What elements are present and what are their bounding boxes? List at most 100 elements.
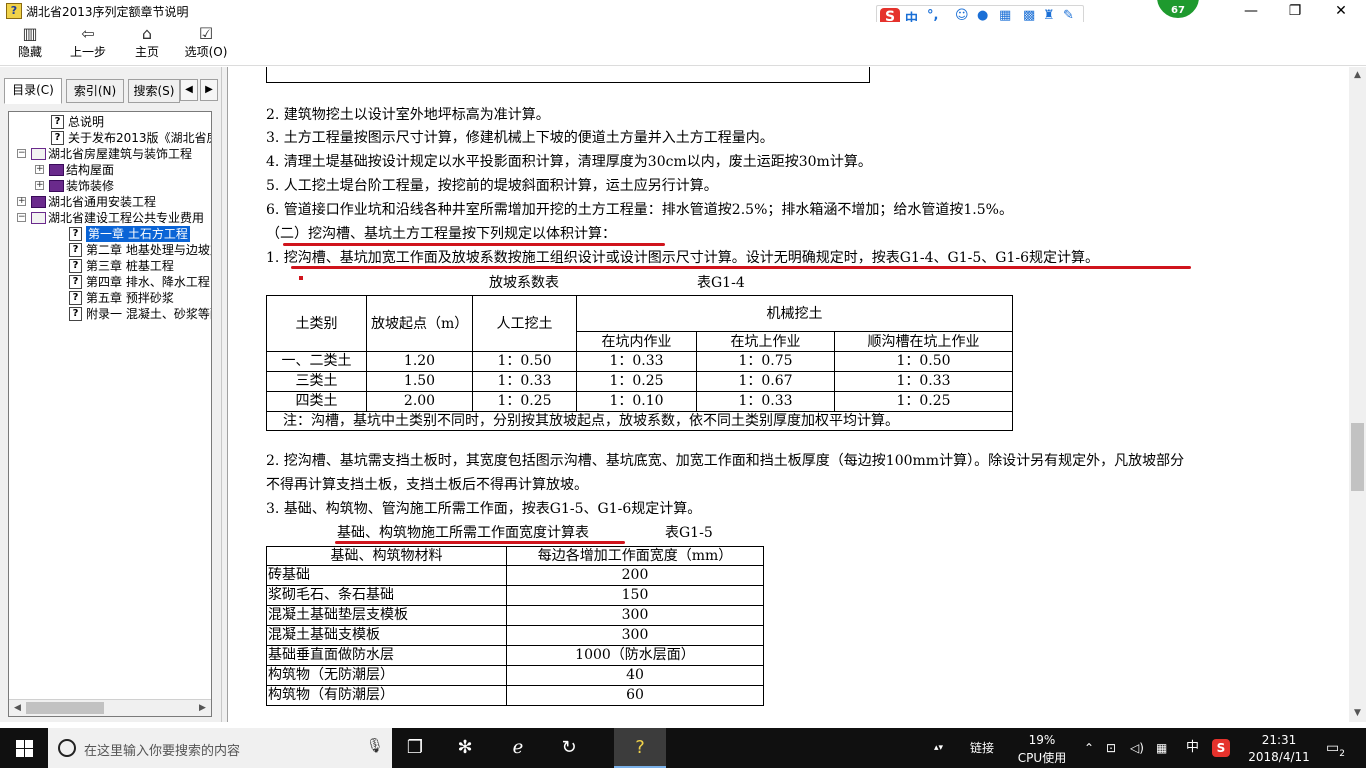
tray-link[interactable]: 链接 bbox=[970, 728, 994, 768]
perf-badge[interactable]: 67 bbox=[1155, 0, 1201, 20]
table-g1-5-title: 基础、构筑物施工所需工作面宽度计算表 bbox=[337, 525, 589, 541]
tree-item[interactable]: ? 关于发布2013版《湖北省房屋 bbox=[9, 130, 211, 146]
keyboard-tray-icon[interactable]: ▦ bbox=[1156, 728, 1167, 768]
windows-logo-icon bbox=[16, 740, 24, 748]
hide-pane-icon: ▥ bbox=[22, 24, 38, 43]
back-button[interactable]: ⇦ 上一步 bbox=[66, 24, 110, 64]
book-icon bbox=[49, 164, 64, 176]
tree-item[interactable]: ? 第一章 土石方工程 bbox=[9, 226, 209, 242]
cpu-meter[interactable]: 19% CPU使用 bbox=[1012, 728, 1072, 768]
clock[interactable]: 21:31 2018/4/11 bbox=[1244, 728, 1314, 768]
mic-icon[interactable]: 🎙 bbox=[366, 738, 384, 754]
tray-overflow-icon[interactable]: ▴▾ bbox=[934, 728, 946, 768]
tree-hscrollbar[interactable]: ◀ ▶ bbox=[9, 699, 211, 716]
th-material: 基础、构筑物材料 bbox=[266, 546, 507, 566]
restore-button[interactable]: ❐ bbox=[1272, 0, 1318, 22]
close-button[interactable]: ✕ bbox=[1318, 0, 1364, 22]
help-topic-icon: ? bbox=[69, 227, 82, 241]
tree-item-label: 湖北省建设工程公共专业费用 bbox=[48, 211, 205, 225]
input-language[interactable]: 中 bbox=[1186, 728, 1199, 768]
cell-start: 1.50 bbox=[366, 371, 473, 392]
grid-icon[interactable]: ▩ bbox=[1023, 8, 1035, 23]
mic-icon[interactable]: ● bbox=[977, 8, 988, 23]
windows-logo-pane bbox=[16, 749, 24, 757]
start-button[interactable] bbox=[0, 728, 48, 768]
fan-app-icon[interactable]: ✻ bbox=[452, 736, 478, 760]
task-view-icon[interactable]: ❐ bbox=[402, 736, 428, 760]
cortana-icon bbox=[58, 739, 76, 757]
tree-item[interactable]: ? 总说明 bbox=[9, 114, 209, 130]
tab-scroll-right-icon[interactable]: ▶ bbox=[200, 79, 218, 101]
table-g1-4-number: 表G1-4 bbox=[697, 275, 745, 291]
expand-icon[interactable]: + bbox=[35, 165, 44, 174]
tree-item[interactable]: ? 第三章 桩基工程 bbox=[9, 258, 209, 274]
expand-icon[interactable]: + bbox=[35, 181, 44, 190]
volume-icon[interactable]: ◁) bbox=[1130, 728, 1144, 768]
tree-item[interactable]: ? 附录一 混凝土、砂浆等配 bbox=[9, 306, 211, 322]
ie-browser-icon[interactable]: ℯ bbox=[505, 736, 531, 760]
tree-item-label: 第一章 土石方工程 bbox=[86, 226, 190, 242]
ime-punct[interactable]: °, bbox=[927, 8, 938, 23]
cell-in: 1：0.33 bbox=[576, 351, 697, 372]
scroll-right-icon[interactable]: ▶ bbox=[194, 700, 211, 716]
shirt-icon[interactable]: ♜ bbox=[1043, 8, 1055, 23]
cell-material: 基础垂直面做防水层 bbox=[266, 645, 507, 666]
collapse-icon[interactable]: − bbox=[17, 213, 26, 222]
hscroll-thumb[interactable] bbox=[26, 702, 104, 714]
red-underline-1 bbox=[283, 243, 665, 246]
help-topic-icon: ? bbox=[51, 131, 64, 145]
para-2: 2. 建筑物挖土以设计室外地坪标高为准计算。 bbox=[266, 107, 550, 123]
app-icon[interactable]: ↻ bbox=[556, 736, 582, 760]
help-app-icon: ? bbox=[6, 3, 22, 19]
minimize-button[interactable]: — bbox=[1228, 0, 1274, 22]
tree-item-label: 第二章 地基处理与边坡支 bbox=[86, 243, 212, 257]
red-underline-2 bbox=[291, 266, 1191, 269]
taskbar-search[interactable]: 在这里输入你要搜索的内容 🎙 bbox=[48, 728, 392, 768]
pane-splitter[interactable] bbox=[222, 67, 228, 722]
cell-soil: 一、二类土 bbox=[266, 351, 367, 372]
cell-on: 1：0.33 bbox=[696, 391, 835, 412]
cell-in: 1：0.10 bbox=[576, 391, 697, 412]
help-app-taskbar-button[interactable]: ? bbox=[614, 728, 666, 768]
scroll-down-icon[interactable]: ▼ bbox=[1349, 705, 1366, 722]
cell-material: 砖基础 bbox=[266, 565, 507, 586]
network-icon[interactable]: ⊡ bbox=[1106, 728, 1116, 768]
para-4: 4. 清理土堤基础按设计规定以水平投影面积计算，清理厚度为30cm以内，废土运距… bbox=[266, 154, 872, 170]
hide-button[interactable]: ▥ 隐藏 bbox=[10, 24, 50, 64]
scroll-left-icon[interactable]: ◀ bbox=[9, 700, 26, 716]
expand-icon[interactable]: + bbox=[17, 197, 26, 206]
collapse-icon[interactable]: − bbox=[17, 149, 26, 158]
document-scrollbar[interactable]: ▲ ▼ bbox=[1349, 67, 1366, 722]
th-in-pit: 在坑内作业 bbox=[576, 331, 697, 352]
tab-search[interactable]: 搜索(S) bbox=[128, 79, 180, 103]
options-icon: ☑ bbox=[198, 24, 214, 43]
tree-item[interactable]: ? 第四章 排水、降水工程 bbox=[9, 274, 210, 290]
tab-contents[interactable]: 目录(C) bbox=[4, 78, 62, 104]
section-2-heading: （二）挖沟槽、基坑土方工程量按下列规定以体积计算： bbox=[266, 226, 616, 242]
keyboard-icon[interactable]: ▦ bbox=[999, 8, 1011, 23]
home-button[interactable]: ⌂ 主页 bbox=[130, 24, 164, 64]
wrench-icon[interactable]: ✎ bbox=[1063, 8, 1074, 23]
help-topic-icon: ? bbox=[69, 275, 82, 289]
tree-item[interactable]: ? 第二章 地基处理与边坡支 bbox=[9, 242, 212, 258]
red-mark bbox=[299, 276, 303, 280]
sogou-tray-icon[interactable]: S bbox=[1212, 739, 1230, 757]
tray-chevron-icon[interactable]: ⌃ bbox=[1084, 728, 1094, 768]
smile-icon[interactable]: ☺ bbox=[955, 8, 969, 23]
cell-along: 1：0.50 bbox=[834, 351, 1013, 372]
tab-scroll-left-icon[interactable]: ◀ bbox=[180, 79, 198, 101]
windows-logo-pane bbox=[25, 749, 33, 757]
tree-item-label: 湖北省通用安装工程 bbox=[48, 195, 157, 209]
tree-item[interactable]: ? 第五章 预拌砂浆 bbox=[9, 290, 209, 306]
work-face-width-table: 基础、构筑物材料 每边各增加工作面宽度（mm） 砖基础 200 浆砌毛石、条石基础 1… bbox=[266, 546, 764, 706]
options-button[interactable]: ☑ 选项(O) bbox=[182, 24, 230, 64]
tree-item[interactable]: − 湖北省建设工程公共专业费用 bbox=[9, 210, 209, 226]
notification-icon[interactable]: ▭2 bbox=[1326, 728, 1345, 768]
scroll-thumb[interactable] bbox=[1351, 423, 1364, 491]
tree-item[interactable]: + 湖北省通用安装工程 bbox=[9, 194, 209, 210]
tree-item[interactable]: + 装饰装修 bbox=[9, 178, 209, 194]
scroll-up-icon[interactable]: ▲ bbox=[1349, 67, 1366, 84]
tab-index[interactable]: 索引(N) bbox=[66, 79, 124, 103]
tree-item[interactable]: − 湖北省房屋建筑与装饰工程 bbox=[9, 146, 209, 162]
tree-item[interactable]: + 结构屋面 bbox=[9, 162, 209, 178]
